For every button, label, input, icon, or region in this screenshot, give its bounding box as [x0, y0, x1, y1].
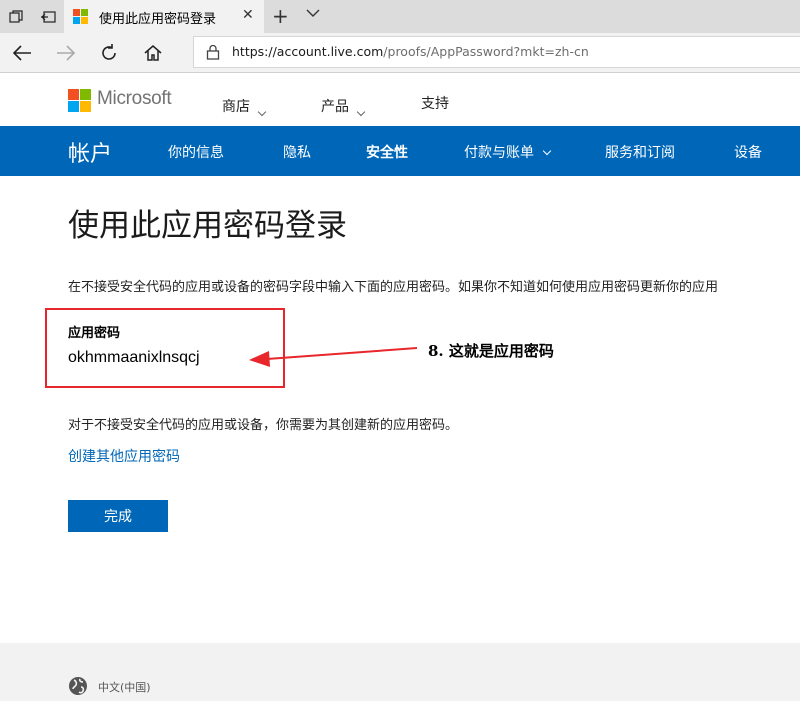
lock-icon[interactable] [206, 44, 220, 60]
topnav-products-label: 产品 [321, 99, 349, 115]
account-nav-privacy[interactable]: 隐私 [283, 142, 311, 162]
url-domain: https://account.live.com [232, 44, 384, 59]
annotation-label: 8. 这就是应用密码 [428, 342, 554, 360]
app-password-value: okhmmaanixlnsqcj [68, 349, 200, 366]
instructions-text: 在不接受安全代码的应用或设备的密码字段中输入下面的应用密码。如果你不知道如何使用… [68, 280, 719, 295]
tab-list-chevron-down-icon[interactable] [306, 6, 320, 22]
footer: 中文(中国) [0, 643, 800, 701]
tab-actions-icon[interactable] [0, 0, 32, 33]
microsoft-favicon-icon [73, 9, 89, 25]
create-new-note: 对于不接受安全代码的应用或设备，你需要为其创建新的应用密码。 [68, 418, 459, 433]
topnav-support[interactable]: 支持 [421, 93, 449, 113]
microsoft-logo-icon[interactable] [68, 89, 91, 112]
locale-selector[interactable]: 中文(中国) [98, 679, 151, 695]
url-path: /proofs/AppPassword?mkt=zh-cn [383, 44, 589, 59]
address-bar[interactable]: https://account.live.com/proofs/AppPassw… [193, 36, 800, 68]
chevron-down-icon [542, 146, 552, 156]
home-icon[interactable] [133, 33, 173, 73]
topnav-products[interactable]: 产品 [321, 96, 366, 117]
account-nav-bar: 帐户 你的信息 隐私 安全性 付款与账单 服务和订阅 设备 [0, 126, 800, 176]
account-nav-security[interactable]: 安全性 [366, 142, 408, 162]
topnav-support-label: 支持 [421, 96, 449, 112]
browser-tab-active[interactable]: 使用此应用密码登录 ✕ [64, 0, 264, 33]
done-button[interactable]: 完成 [68, 500, 168, 532]
tab-title: 使用此应用密码登录 [99, 12, 217, 27]
create-another-password-link[interactable]: 创建其他应用密码 [68, 446, 180, 466]
account-nav-services-subscriptions[interactable]: 服务和订阅 [605, 142, 675, 162]
topnav-store-label: 商店 [222, 99, 250, 115]
account-nav-your-info[interactable]: 你的信息 [168, 142, 224, 162]
refresh-icon[interactable] [89, 33, 129, 73]
globe-icon[interactable] [68, 676, 88, 696]
account-nav-payment-billing[interactable]: 付款与账单 [464, 142, 552, 162]
browser-toolbar: https://account.live.com/proofs/AppPassw… [0, 33, 800, 73]
page-title: 使用此应用密码登录 [68, 208, 347, 244]
forward-arrow-icon[interactable] [46, 33, 86, 73]
microsoft-brand-text[interactable]: Microsoft [97, 88, 172, 110]
annotation-arrow-icon [249, 347, 418, 367]
back-arrow-icon[interactable] [2, 33, 42, 73]
set-tabs-aside-icon[interactable] [32, 0, 64, 33]
chevron-down-icon [257, 107, 267, 117]
new-tab-icon[interactable]: + [272, 4, 289, 28]
tab-close-icon[interactable]: ✕ [242, 7, 254, 23]
chevron-down-icon [356, 107, 366, 117]
account-nav-devices[interactable]: 设备 [734, 142, 762, 162]
topnav-store[interactable]: 商店 [222, 96, 267, 117]
browser-tab-strip: 使用此应用密码登录 ✕ + [0, 0, 800, 33]
account-nav-payment-billing-label: 付款与账单 [464, 145, 534, 161]
account-title[interactable]: 帐户 [68, 136, 112, 168]
url-text: https://account.live.com/proofs/AppPassw… [232, 44, 589, 59]
app-password-label: 应用密码 [68, 326, 121, 341]
